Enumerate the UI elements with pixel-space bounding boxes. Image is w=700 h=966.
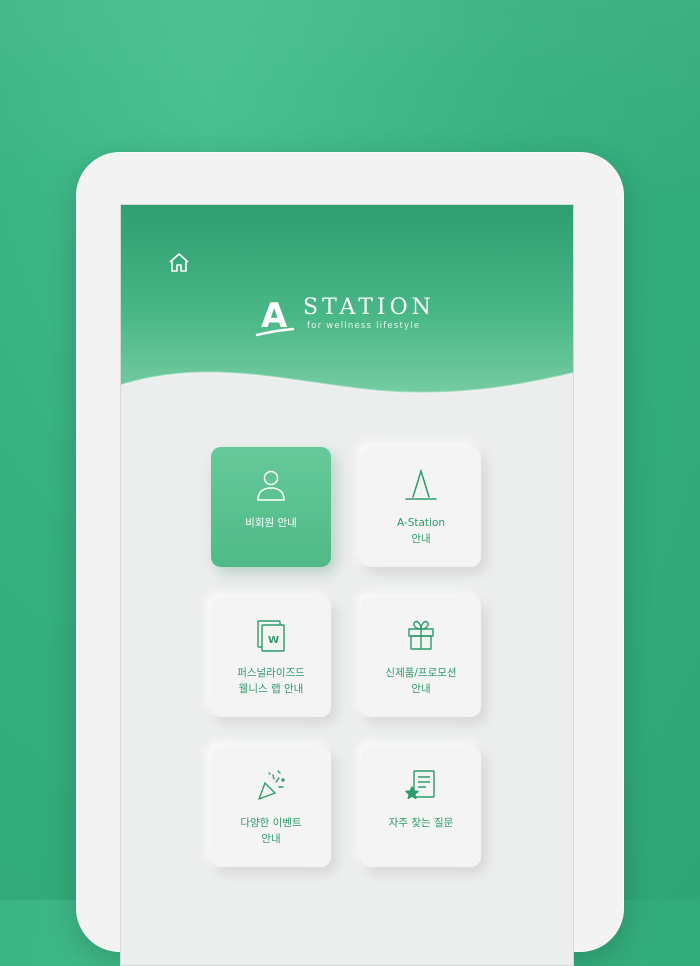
wellness-lab-icon: W xyxy=(257,620,285,652)
logo-mark: A xyxy=(255,293,295,339)
svg-text:W: W xyxy=(268,635,279,646)
menu-nonmember-guide[interactable]: 비회원 안내 xyxy=(211,447,331,567)
home-button[interactable] xyxy=(165,249,193,277)
brand-title: STATION xyxy=(303,295,435,320)
tile-label-line1: 비회원 안내 xyxy=(245,517,297,529)
party-popper-icon xyxy=(258,770,285,800)
tile-label-line2: 안내 xyxy=(411,683,431,695)
menu-faq[interactable]: 자주 찾는 질문 xyxy=(361,747,481,867)
tile-label-line2: 안내 xyxy=(261,833,281,845)
faq-icon xyxy=(405,770,435,800)
tile-label-line1: 퍼스널라이즈드 xyxy=(237,667,305,679)
tablet-frame: A STATION for wellness lifestyle 비회원 안내 xyxy=(76,152,624,966)
gift-icon xyxy=(408,620,434,650)
home-icon xyxy=(169,253,189,272)
header-wave xyxy=(121,371,573,435)
menu-new-product-promo-guide[interactable]: 신제품/프로모션 안내 xyxy=(361,597,481,717)
tablet-screen: A STATION for wellness lifestyle 비회원 안내 xyxy=(120,204,574,966)
tile-label-line2: 웰니스 랩 안내 xyxy=(238,683,304,695)
tile-label-line1: 자주 찾는 질문 xyxy=(388,817,454,829)
menu-wellness-lab-guide[interactable]: W 퍼스널라이즈드 웰니스 랩 안내 xyxy=(211,597,331,717)
tile-label-line1: A-Station xyxy=(396,517,446,529)
tile-label-line1: 신제품/프로모션 xyxy=(385,667,457,679)
menu-events-guide[interactable]: 다양한 이벤트 안내 xyxy=(211,747,331,867)
tile-label-line1: 다양한 이벤트 xyxy=(240,817,302,829)
menu-a-station-guide[interactable]: A-Station 안내 xyxy=(361,447,481,567)
brand-logo: A STATION for wellness lifestyle xyxy=(255,291,455,351)
a-station-icon xyxy=(405,468,437,500)
person-icon xyxy=(257,470,285,501)
tile-label-line2: 안내 xyxy=(411,533,431,545)
brand-tagline: for wellness lifestyle xyxy=(307,321,421,331)
